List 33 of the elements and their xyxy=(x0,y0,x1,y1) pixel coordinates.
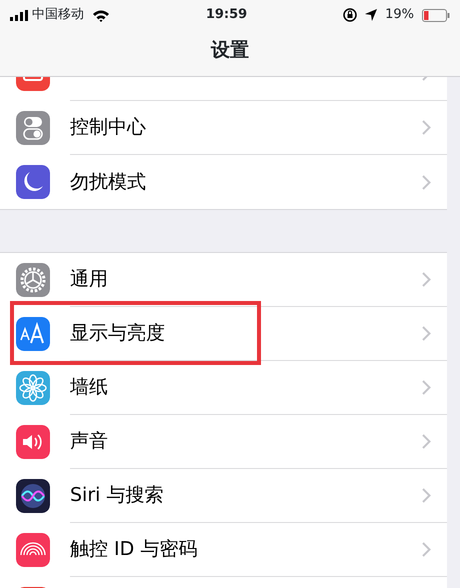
setting-label: 声音 xyxy=(70,429,108,454)
page-title: 设置 xyxy=(211,38,249,63)
chevron-icon xyxy=(422,174,431,190)
setting-label: 触控 ID 与密码 xyxy=(70,537,198,562)
settings-row[interactable]: 显示与亮度 xyxy=(0,307,447,361)
setting-label: 控制中心 xyxy=(70,115,146,140)
chevron-icon xyxy=(422,120,431,135)
chevron-icon xyxy=(422,488,431,503)
setting-label: 勿扰模式 xyxy=(70,170,146,195)
settings-row[interactable]: 通用 xyxy=(0,253,447,307)
signal-icon xyxy=(10,10,28,20)
setting-label: 通用 xyxy=(70,267,108,292)
clock-time: 19:59 xyxy=(206,6,248,24)
setting-label: 显示与亮度 xyxy=(70,321,165,346)
rotation-lock-icon xyxy=(343,8,358,22)
setting-label: 墙纸 xyxy=(70,375,108,400)
location-icon xyxy=(365,9,378,21)
settings-row[interactable]: 控制中心 xyxy=(0,101,447,155)
settings-row[interactable]: 声音 xyxy=(0,415,447,469)
chevron-icon xyxy=(422,380,431,395)
chevron-icon xyxy=(422,272,431,287)
battery-percent: 19% xyxy=(385,6,414,24)
settings-row[interactable]: 墙纸 xyxy=(0,361,447,415)
chevron-icon xyxy=(422,434,431,449)
settings-row[interactable]: 触控 ID 与密码 xyxy=(0,523,447,577)
battery-icon xyxy=(422,8,450,22)
chevron-icon xyxy=(422,542,431,557)
settings-row[interactable]: Siri 与搜索 xyxy=(0,469,447,523)
chevron-icon xyxy=(422,326,431,341)
carrier-name: 中国移动 xyxy=(32,6,84,24)
wifi-icon xyxy=(92,8,110,22)
setting-label: Siri 与搜索 xyxy=(70,483,164,508)
settings-row[interactable]: 勿扰模式 xyxy=(0,155,447,209)
